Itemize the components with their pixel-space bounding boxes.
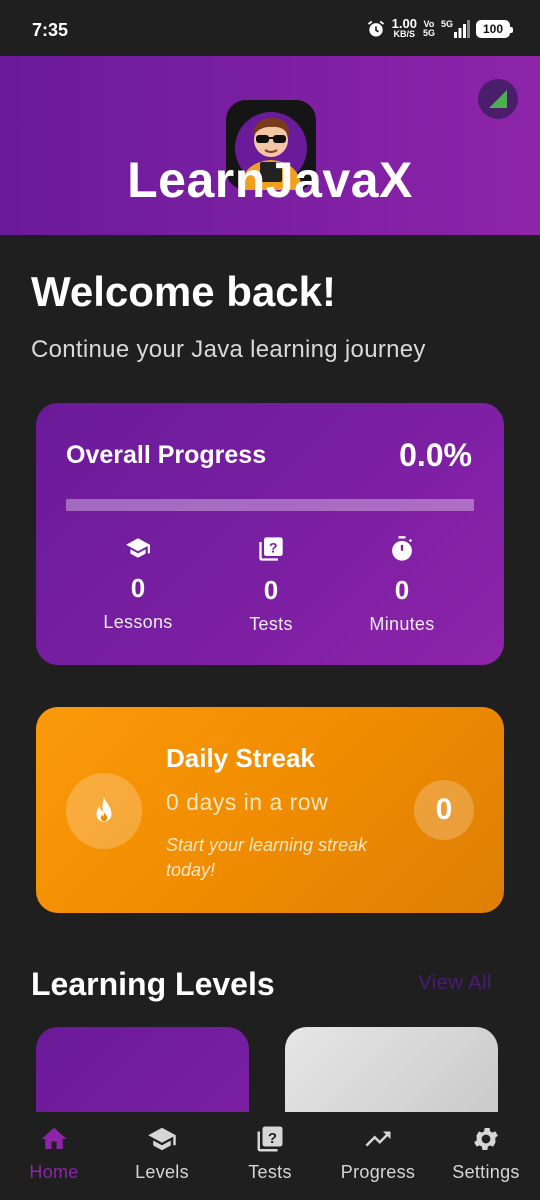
progress-bar: [66, 499, 474, 511]
streak-days: 0 days in a row: [166, 789, 329, 815]
quiz-icon: ?: [259, 537, 283, 561]
daily-streak-card[interactable]: Daily Streak 0 days in a row Start your …: [36, 707, 504, 913]
svg-text:?: ?: [268, 1130, 277, 1147]
battery-indicator: 100: [476, 19, 513, 38]
volte-indicator: Vo 5G: [422, 18, 435, 38]
nav-label-progress: Progress: [340, 1162, 416, 1182]
status-bar: 7:35 1.00 KB/S Vo 5G 5G 100: [0, 0, 540, 56]
progress-title: Overall Progress: [66, 441, 267, 469]
streak-icon-badge: [66, 773, 142, 849]
stat-tests-label: Tests: [249, 614, 293, 634]
stat-minutes: 0 Minutes: [332, 535, 472, 635]
graduation-cap-icon: [148, 1127, 176, 1151]
nav-label-home: Home: [29, 1162, 79, 1182]
app-header: LearnJavaX: [0, 56, 540, 235]
nav-item-levels[interactable]: Levels: [108, 1124, 216, 1183]
signal-indicator: 5G: [441, 19, 470, 38]
timer-icon: [392, 536, 413, 561]
stat-tests-value: 0: [263, 575, 279, 605]
home-icon: [41, 1127, 67, 1149]
graduation-cap-icon: [126, 538, 150, 558]
nav-item-tests[interactable]: ? Tests: [216, 1124, 324, 1183]
nav-label-settings: Settings: [452, 1162, 520, 1182]
streak-hint: Start your learning streak today!: [166, 835, 368, 880]
theme-icon: [489, 90, 507, 108]
theme-toggle-button[interactable]: [478, 79, 518, 119]
overall-progress-card[interactable]: Overall Progress 0.0% 0 Lessons ? 0 Test…: [36, 403, 504, 665]
app-title: LearnJavaX: [127, 152, 413, 208]
nav-item-progress[interactable]: Progress: [324, 1124, 432, 1183]
nav-item-settings[interactable]: Settings: [432, 1124, 540, 1183]
welcome-title: Welcome back!: [31, 268, 337, 315]
stat-lessons-value: 0: [130, 573, 146, 603]
network-speed: 1.00 KB/S: [391, 16, 417, 39]
nav-label-tests: Tests: [248, 1162, 292, 1182]
gear-icon: [474, 1128, 498, 1150]
progress-percent: 0.0%: [399, 437, 472, 473]
flame-icon: [96, 797, 112, 822]
trending-up-icon: [365, 1131, 391, 1147]
levels-section-title: Learning Levels: [31, 966, 275, 1002]
nav-item-home[interactable]: Home: [0, 1124, 108, 1183]
stat-lessons: 0 Lessons: [68, 535, 208, 633]
signal-icon: [454, 19, 470, 38]
status-time: 7:35: [32, 20, 69, 40]
quiz-icon: ?: [257, 1126, 283, 1152]
alarm-icon: [367, 20, 384, 36]
stat-minutes-value: 0: [394, 575, 410, 605]
view-all-link[interactable]: View All: [418, 972, 492, 995]
stat-tests: ? 0 Tests: [201, 535, 341, 635]
status-icons: 1.00 KB/S Vo 5G 5G 100: [366, 16, 513, 39]
stat-lessons-label: Lessons: [103, 612, 173, 632]
welcome-subtitle: Continue your Java learning journey: [31, 336, 426, 363]
bottom-navigation: Home Levels ? Tests Progress Settings: [0, 1112, 540, 1200]
stat-minutes-label: Minutes: [369, 614, 435, 634]
streak-title: Daily Streak: [166, 743, 315, 773]
streak-count-badge: 0: [414, 780, 474, 840]
svg-text:?: ?: [269, 540, 278, 556]
nav-label-levels: Levels: [135, 1162, 189, 1182]
